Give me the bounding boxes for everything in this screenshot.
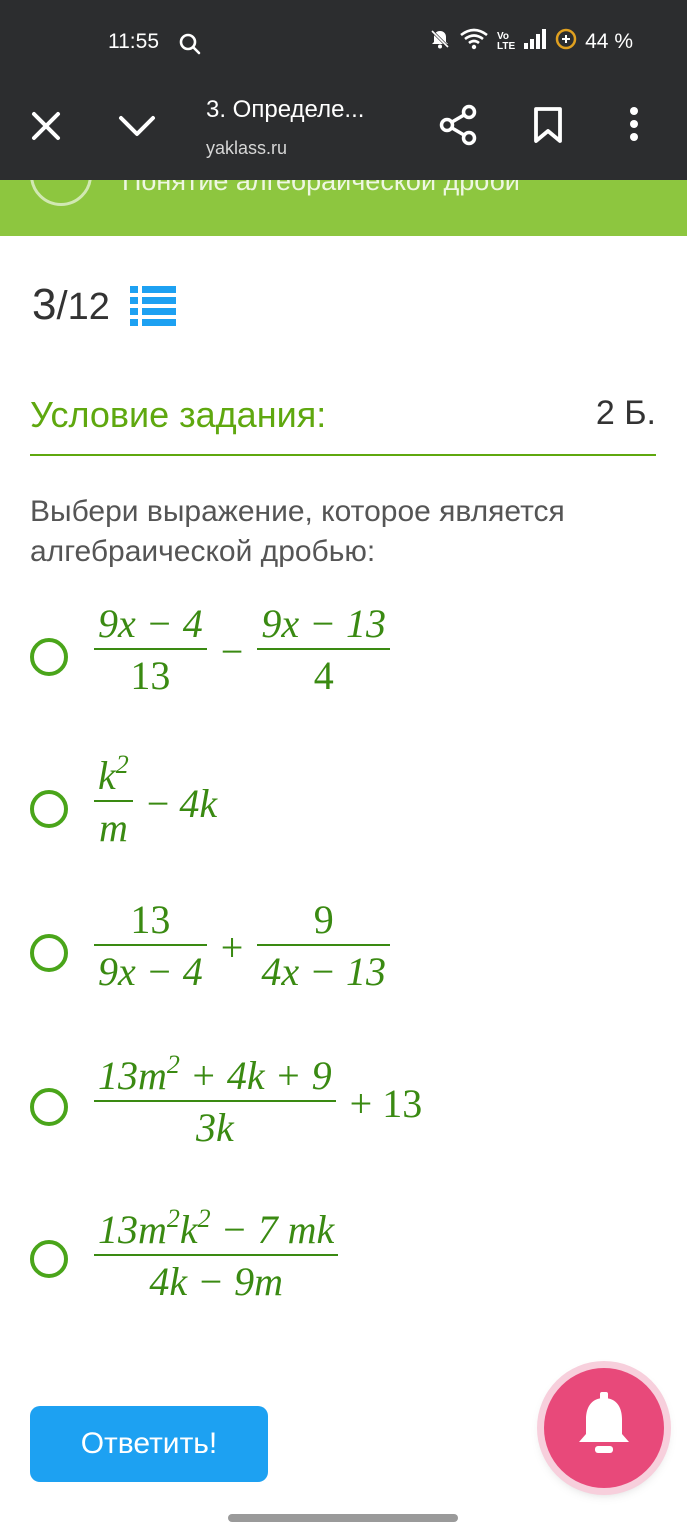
condition-label: Условие задания: — [30, 394, 327, 435]
radio-button[interactable] — [30, 1088, 68, 1126]
fraction: 9x − 13 4 — [257, 600, 391, 702]
radio-button[interactable] — [30, 638, 68, 676]
status-bar: 11:55 Vo LTE 44 % — [0, 0, 687, 88]
page-title: 3. Определе... — [206, 96, 365, 123]
signal-icon — [523, 29, 547, 55]
option-expression: 9x − 4 13 − 9x − 13 4 — [90, 600, 394, 702]
bell-icon — [573, 1391, 635, 1465]
more-vert-icon[interactable] — [628, 106, 640, 147]
search-icon — [178, 32, 202, 61]
radio-button[interactable] — [30, 934, 68, 972]
option-expression: 13m2k2 − 7 mk 4k − 9m — [90, 1206, 342, 1308]
bookmark-icon[interactable] — [532, 106, 564, 149]
task-condition-header: Условие задания: 2 Б. — [30, 394, 656, 456]
list-icon[interactable] — [130, 286, 176, 331]
question-text: Выбери выражение, которое является алгеб… — [30, 495, 565, 568]
mute-icon — [429, 28, 451, 56]
share-icon[interactable] — [438, 104, 478, 151]
points-value: 2 Б. — [595, 394, 656, 432]
topic-bar: Понятие алгебраической дроби — [0, 180, 687, 236]
current-task: 3 — [32, 280, 57, 329]
battery-level: 44 % — [585, 30, 633, 53]
status-icons: Vo LTE 44 % — [429, 28, 633, 56]
total-tasks: 12 — [67, 286, 110, 328]
wifi-icon — [459, 28, 489, 56]
option-expression: 13 9x − 4 + 9 4x − 13 — [90, 896, 394, 998]
answer-button[interactable]: Ответить! — [30, 1406, 268, 1482]
counter-separator: / — [56, 284, 68, 328]
option-expression: 13m2 + 4k + 9 3k + 13 — [90, 1052, 422, 1154]
battery-saver-icon — [555, 28, 577, 56]
home-indicator[interactable] — [228, 1514, 458, 1522]
notification-button[interactable] — [544, 1368, 664, 1488]
back-arrow-icon[interactable] — [30, 180, 92, 206]
volte-icon: Vo LTE — [496, 31, 516, 52]
task-counter: 3 / 12 — [32, 280, 110, 330]
fraction: k2 m — [94, 752, 133, 854]
browser-toolbar: 3. Определе... yaklass.ru — [0, 88, 687, 180]
topic-title: Понятие алгебраической дроби — [122, 180, 520, 196]
close-icon[interactable] — [30, 110, 62, 147]
radio-button[interactable] — [30, 1240, 68, 1278]
clock: 11:55 — [108, 30, 159, 53]
fraction: 13m2 + 4k + 9 3k — [94, 1052, 336, 1154]
chevron-down-icon[interactable] — [118, 114, 156, 145]
fraction: 9 4x − 13 — [257, 896, 391, 998]
option-expression: k2 m − 4k — [90, 752, 217, 854]
fraction: 9x − 4 13 — [94, 600, 207, 702]
fraction: 13 9x − 4 — [94, 896, 207, 998]
page-url: yaklass.ru — [206, 138, 288, 158]
radio-button[interactable] — [30, 790, 68, 828]
fraction: 13m2k2 − 7 mk 4k − 9m — [94, 1206, 339, 1308]
